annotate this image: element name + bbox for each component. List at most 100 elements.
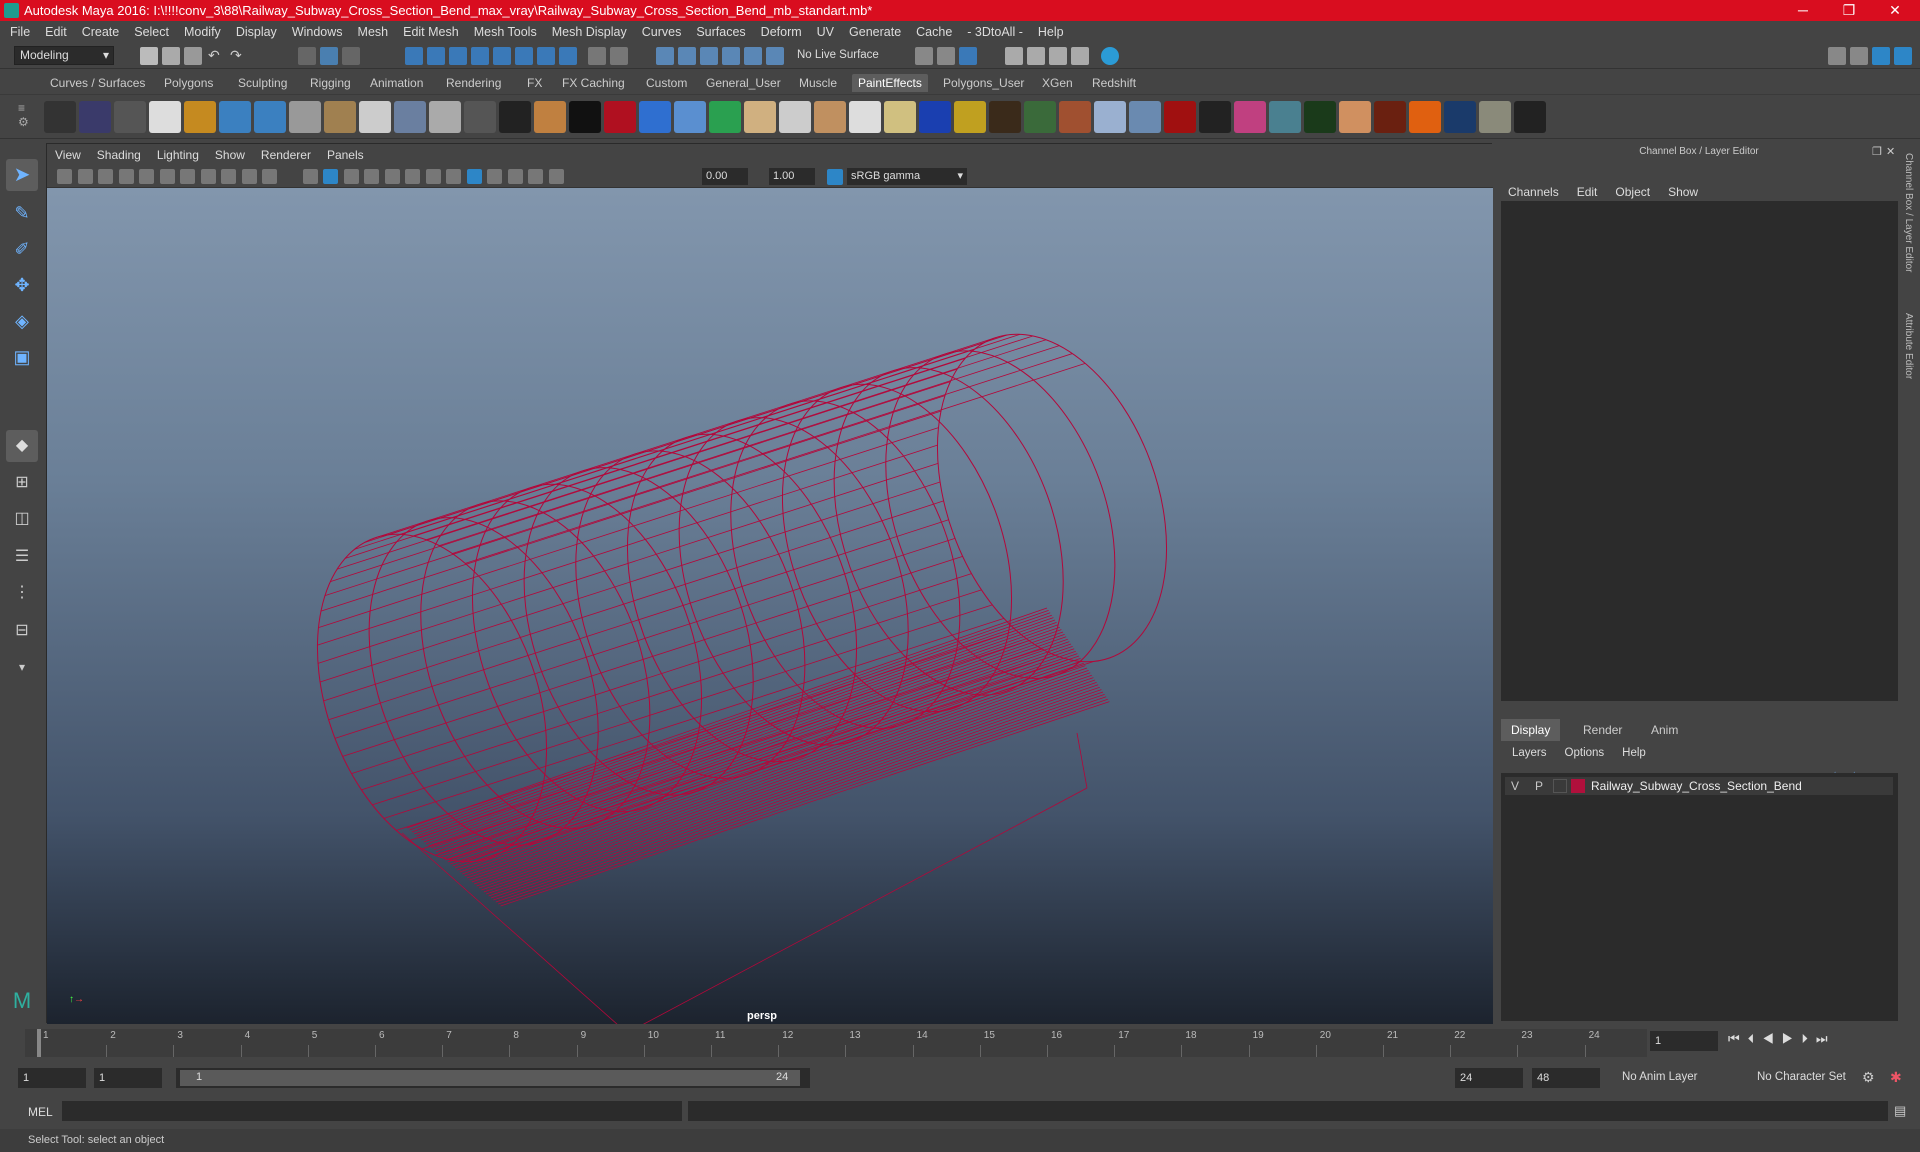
channel-box-area[interactable] (1501, 201, 1898, 701)
menu-cache[interactable]: Cache (916, 25, 952, 39)
layer-tab-display[interactable]: Display (1501, 719, 1561, 741)
shelf-tab-muscle[interactable]: Muscle (793, 74, 843, 92)
paint-effects-brush-35-icon[interactable] (1234, 101, 1266, 133)
paint-effects-brush-34-icon[interactable] (1199, 101, 1231, 133)
shelf-tab-custom[interactable]: Custom (640, 74, 693, 92)
current-frame-field[interactable]: 1 (1650, 1031, 1718, 1051)
menu-mesh[interactable]: Mesh (358, 25, 389, 39)
grid-icon[interactable] (159, 169, 175, 184)
render-view-icon[interactable] (915, 47, 933, 65)
shelf-tab-fx-caching[interactable]: FX Caching (556, 74, 631, 92)
construction-history-icon[interactable] (610, 47, 628, 65)
layer-list[interactable]: V P Railway_Subway_Cross_Section_Bend (1501, 773, 1898, 1021)
gamma-field[interactable]: 1.00 (769, 168, 815, 185)
paint-effects-brush-4-icon[interactable] (149, 101, 181, 133)
paint-effects-brush-40-icon[interactable] (1409, 101, 1441, 133)
menu-create[interactable]: Create (82, 25, 120, 39)
layer-row[interactable]: V P Railway_Subway_Cross_Section_Bend (1505, 777, 1893, 795)
layer-menu-layers[interactable]: Layers (1512, 747, 1547, 759)
paint-effects-brush-31-icon[interactable] (1094, 101, 1126, 133)
exposure-field[interactable]: 0.00 (702, 168, 748, 185)
paint-effects-brush-29-icon[interactable] (1024, 101, 1056, 133)
modeling-toolkit-icon[interactable] (1828, 47, 1846, 65)
save-scene-icon[interactable] (184, 47, 202, 65)
snap-surface-icon[interactable] (493, 47, 511, 65)
paint-effects-brush-27-icon[interactable] (954, 101, 986, 133)
layer-tab-anim[interactable]: Anim (1641, 719, 1688, 741)
menu-3dtoall[interactable]: - 3DtoAll - (967, 25, 1023, 39)
viewport-menu-view[interactable]: View (55, 148, 81, 162)
range-start-field[interactable]: 1 (94, 1068, 162, 1088)
command-input[interactable] (62, 1101, 682, 1121)
gate-mask-icon[interactable] (221, 169, 236, 184)
color-management-icon[interactable] (827, 169, 843, 185)
shelf-tab-rendering[interactable]: Rendering (440, 74, 507, 92)
3d-scene[interactable]: ↑→ persp (47, 188, 1493, 1034)
film-gate-icon[interactable] (180, 169, 195, 184)
menu-windows[interactable]: Windows (292, 25, 343, 39)
motion-blur-icon[interactable] (466, 169, 482, 184)
anim-layer-selector[interactable]: No Anim Layer (1622, 1071, 1697, 1083)
paint-effects-brush-9-icon[interactable] (324, 101, 356, 133)
grease-pencil-icon[interactable] (139, 169, 154, 184)
shelf-tab-fx[interactable]: FX (521, 74, 548, 92)
smooth-shade-icon[interactable] (343, 169, 359, 184)
wireframe-icon[interactable] (323, 169, 338, 184)
shelf-tab-polygons-user[interactable]: Polygons_User (937, 74, 1030, 92)
select-component-icon[interactable] (342, 47, 360, 65)
paint-effects-brush-32-icon[interactable] (1129, 101, 1161, 133)
paint-effects-brush-17-icon[interactable] (604, 101, 636, 133)
select-hierarchy-icon[interactable] (298, 47, 316, 65)
more-layouts-icon[interactable]: ▾ (6, 651, 38, 683)
layer-menu-options[interactable]: Options (1565, 747, 1605, 759)
paint-effects-brush-36-icon[interactable] (1269, 101, 1301, 133)
paint-effects-brush-1-icon[interactable] (44, 101, 76, 133)
paint-effects-brush-28-icon[interactable] (989, 101, 1021, 133)
shelf-tab-curves-surfaces[interactable]: Curves / Surfaces (44, 74, 151, 92)
attribute-editor-toggle-icon[interactable] (1850, 47, 1868, 65)
two-view-layout-icon[interactable]: ◫ (6, 503, 38, 535)
current-time-marker[interactable] (37, 1029, 41, 1057)
camera-icon[interactable] (57, 169, 72, 184)
shelf-tab-sculpting[interactable]: Sculpting (232, 74, 293, 92)
paint-effects-brush-42-icon[interactable] (1479, 101, 1511, 133)
tool-settings-toggle-icon[interactable] (1872, 47, 1890, 65)
character-set-selector[interactable]: No Character Set (1757, 1071, 1846, 1083)
resolution-gate-icon[interactable] (200, 169, 216, 184)
paint-effects-brush-16-icon[interactable] (569, 101, 601, 133)
snap-vertex-icon[interactable] (515, 47, 533, 65)
paint-effects-brush-6-icon[interactable] (219, 101, 251, 133)
field-chart-icon[interactable] (241, 169, 257, 184)
paint-effects-brush-25-icon[interactable] (884, 101, 916, 133)
side-tab-attribute-editor[interactable]: Attribute Editor (1903, 313, 1914, 379)
shelf-tab-animation[interactable]: Animation (364, 74, 429, 92)
render-setup-icon[interactable] (1049, 47, 1067, 65)
hypershade-icon[interactable] (1027, 47, 1045, 65)
layer-visibility-toggle[interactable]: V (1511, 779, 1519, 793)
paint-effects-brush-5-icon[interactable] (184, 101, 216, 133)
select-object-icon[interactable] (320, 47, 338, 65)
paint-effects-brush-30-icon[interactable] (1059, 101, 1091, 133)
playback-controls[interactable]: ⏮⏴◀▶⏵⏭ (1728, 1031, 1836, 1047)
paint-effects-brush-15-icon[interactable] (534, 101, 566, 133)
paint-effects-brush-3-icon[interactable] (114, 101, 146, 133)
menu-modify[interactable]: Modify (184, 25, 221, 39)
reflection-icon[interactable] (700, 47, 718, 65)
paint-effects-brush-39-icon[interactable] (1374, 101, 1406, 133)
default-material-icon[interactable] (364, 169, 379, 184)
shelf-tab-redshift[interactable]: Redshift (1086, 74, 1142, 92)
rotate-tool-icon[interactable]: ◈ (6, 305, 38, 337)
outliner-layout-icon[interactable]: ☰ (6, 541, 38, 573)
menu-deform[interactable]: Deform (761, 25, 802, 39)
paint-effects-brush-21-icon[interactable] (744, 101, 776, 133)
menu-curves[interactable]: Curves (642, 25, 682, 39)
make-live-icon[interactable] (744, 47, 762, 65)
graph-layout-icon[interactable]: ⋮ (6, 577, 38, 609)
select-tool-icon[interactable]: ➤ (6, 159, 38, 191)
render-settings-icon[interactable] (1005, 47, 1023, 65)
close-button[interactable]: ✕ (1872, 0, 1918, 21)
paint-effects-brush-33-icon[interactable] (1164, 101, 1196, 133)
ambient-occlusion-icon[interactable] (446, 169, 461, 184)
channel-box-toggle-icon[interactable] (1894, 47, 1912, 65)
viewport-menu-show[interactable]: Show (215, 148, 245, 162)
